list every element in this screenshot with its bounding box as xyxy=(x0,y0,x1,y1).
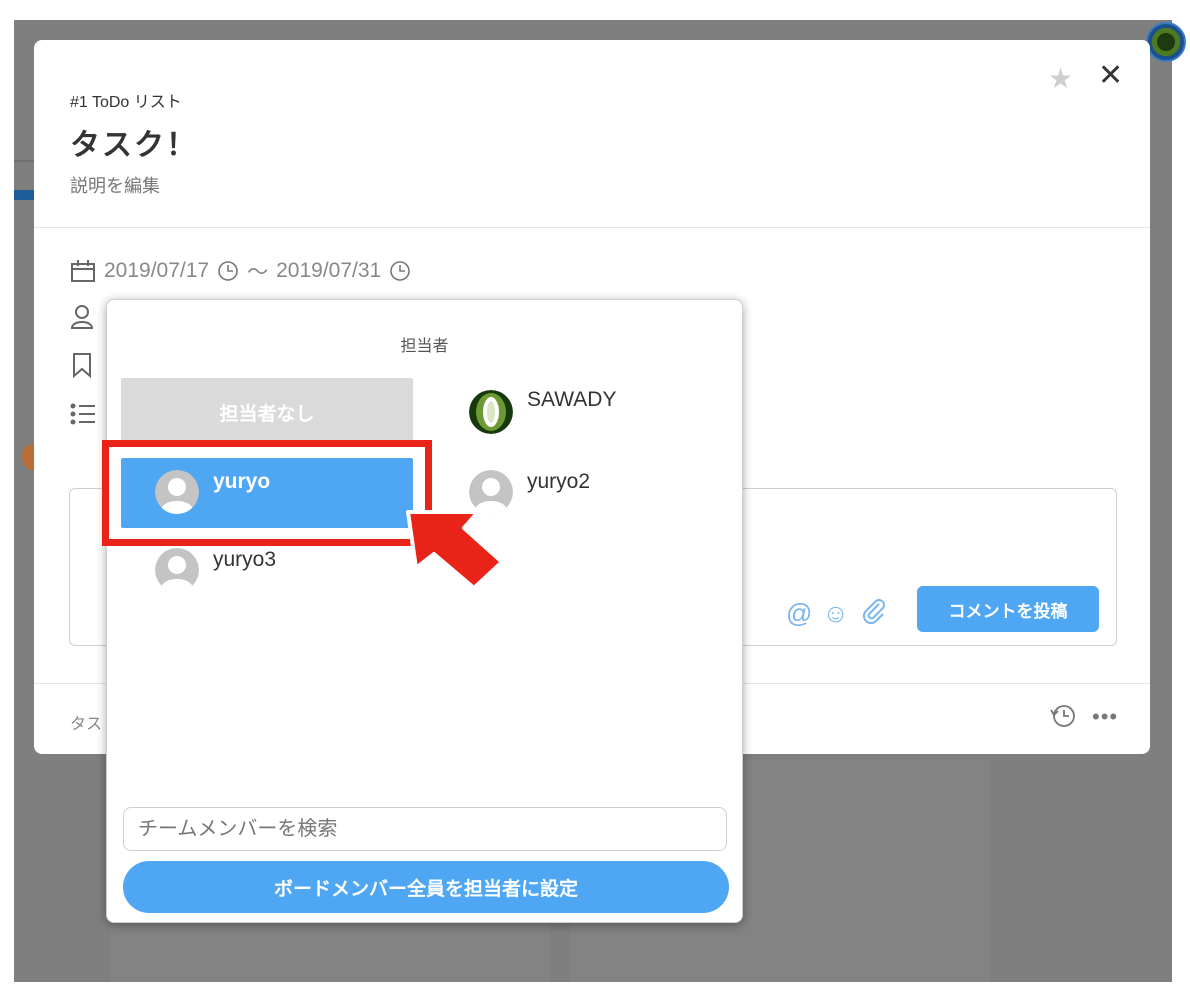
history-icon[interactable] xyxy=(1048,702,1078,735)
clock-icon[interactable] xyxy=(389,260,411,282)
post-comment-button[interactable]: コメントを投稿 xyxy=(917,586,1099,632)
member-avatar xyxy=(155,548,199,592)
member-name: yuryo2 xyxy=(527,470,591,493)
member-search-input[interactable] xyxy=(123,807,727,851)
more-icon[interactable]: ••• xyxy=(1092,704,1118,730)
pointer-arrow-icon xyxy=(406,510,504,590)
close-button[interactable]: ✕ xyxy=(1098,58,1123,93)
footer-text: タス xyxy=(70,716,103,733)
attachment-icon[interactable] xyxy=(859,596,887,631)
date-range: 2019/07/17 〜 2019/07/31 xyxy=(70,256,411,286)
emoji-icon[interactable]: ☺ xyxy=(822,598,849,629)
start-date[interactable]: 2019/07/17 xyxy=(104,259,209,283)
checklist-icon xyxy=(70,402,96,431)
member-name: yuryo3 xyxy=(213,548,277,571)
person-icon xyxy=(70,304,94,335)
breadcrumb[interactable]: #1 ToDo リスト xyxy=(70,88,182,112)
assignee-picker-title: 担当者 xyxy=(400,338,449,355)
assignee-picker: 担当者 担当者なし SAWADY yuryo yuryo2 yuryo3 チーム… xyxy=(106,299,743,923)
bookmark-icon xyxy=(70,352,94,383)
clock-icon[interactable] xyxy=(217,260,239,282)
edit-description-link[interactable]: 説明を編集 xyxy=(70,172,160,198)
highlight-box xyxy=(102,440,432,546)
star-icon[interactable]: ★ xyxy=(1048,62,1073,95)
end-date[interactable]: 2019/07/31 xyxy=(276,259,381,283)
assign-all-members-button[interactable]: ボードメンバー全員を担当者に設定 xyxy=(123,861,729,913)
member-name: SAWADY xyxy=(527,388,617,411)
calendar-icon xyxy=(70,259,96,283)
member-option-sawady[interactable]: SAWADY xyxy=(437,378,729,448)
mention-icon[interactable]: @ xyxy=(786,598,812,629)
user-avatar[interactable] xyxy=(1146,22,1186,62)
date-range-separator: 〜 xyxy=(247,261,269,284)
task-title[interactable]: タスク！ xyxy=(70,120,198,164)
no-assignee-option[interactable]: 担当者なし xyxy=(121,378,413,446)
comment-tools: @ ☺ xyxy=(786,596,887,631)
header-divider xyxy=(34,227,1150,228)
member-avatar xyxy=(469,390,513,434)
member-option-yuryo3[interactable]: yuryo3 xyxy=(121,536,413,606)
